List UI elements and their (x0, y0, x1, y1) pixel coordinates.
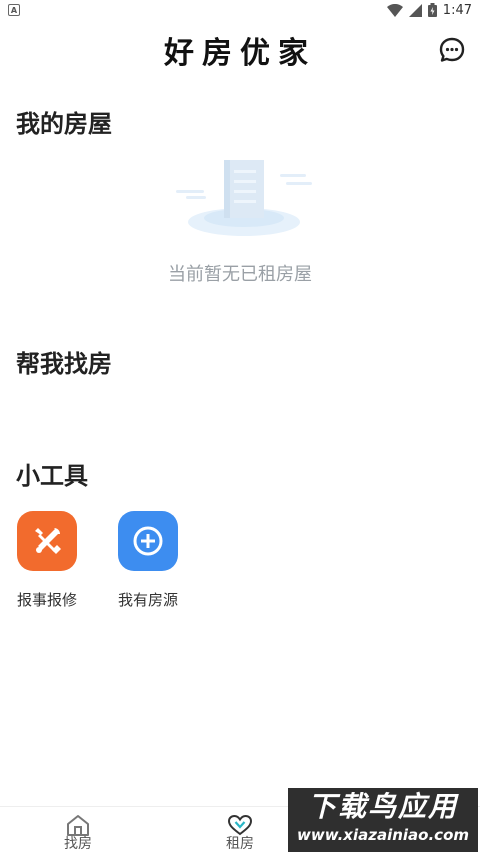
battery-icon (427, 3, 437, 17)
watermark-logo: 下载鸟应用 www.xiazainiao.com (288, 788, 478, 852)
top-bar: 好房优家 (0, 24, 480, 76)
plus-circle-icon (118, 511, 178, 571)
tab-label: 找房 (64, 836, 92, 852)
find-house-title[interactable]: 帮我找房 (16, 344, 112, 379)
tab-rent-house[interactable]: 租房 (210, 813, 270, 853)
wifi-icon (386, 3, 403, 17)
cell-signal-icon (408, 3, 422, 17)
watermark-url-text: www.xiazainiao.com (296, 826, 470, 844)
empty-house-illustration (176, 160, 312, 236)
tool-repair[interactable]: 报事报修 (16, 511, 78, 610)
tab-find-house[interactable]: 找房 (48, 813, 108, 853)
my-house-title: 我的房屋 (16, 110, 112, 138)
repair-tools-icon (17, 511, 77, 571)
tool-label: 我有房源 (117, 591, 178, 609)
tab-label: 租房 (226, 836, 254, 852)
empty-state-text: 当前暂无已租房屋 (168, 264, 312, 285)
status-time: 1:47 (442, 2, 472, 18)
app-title: 好房优家 (164, 36, 316, 71)
watermark-main-text: 下载鸟应用 (307, 790, 458, 823)
chat-bubble-icon (439, 37, 465, 62)
tools-title: 小工具 (16, 462, 88, 490)
status-bar: A 1:47 (0, 0, 480, 20)
message-button[interactable] (438, 36, 466, 64)
tool-label: 报事报修 (16, 591, 77, 609)
tool-add-listing[interactable]: 我有房源 (117, 511, 179, 610)
notification-icon: A (8, 4, 20, 16)
